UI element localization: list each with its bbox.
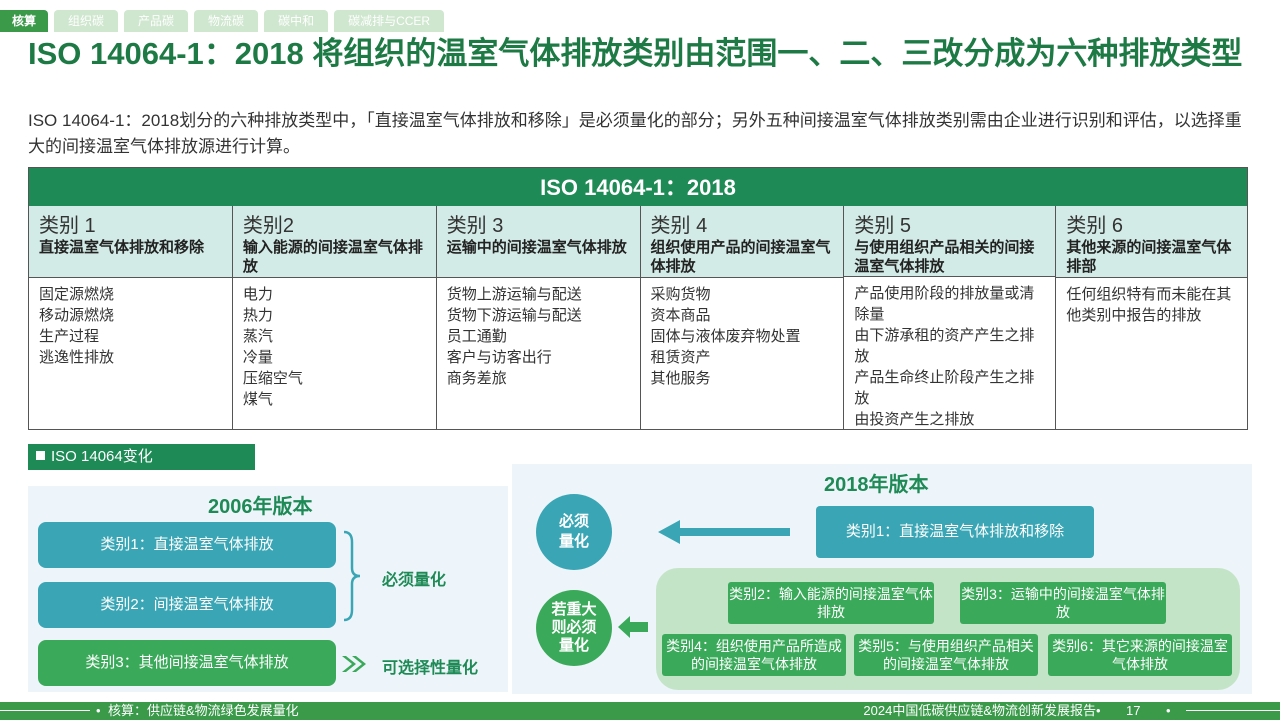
- v2018-category3-box: 类别3：运输中的间接温室气体排放: [960, 582, 1166, 624]
- category-desc: 组织使用产品的间接温室气体排放: [650, 239, 831, 275]
- category-column: 类别 4 组织使用产品的间接温室气体排放 采购货物 资本商品 固体与液体废弃物处…: [640, 206, 845, 429]
- category-item: 商务差旅: [446, 370, 507, 387]
- footer-divider: [0, 710, 90, 711]
- tab-organization-carbon[interactable]: 组织碳: [54, 10, 119, 32]
- category-column: 类别 1 直接温室气体排放和移除 固定源燃烧 移动源燃烧 生产过程 逃逸性排放: [29, 206, 233, 429]
- category-item: 货物上游运输与配送: [446, 286, 582, 303]
- category-item: 冷量: [242, 349, 273, 366]
- category-item: 逃逸性排放: [39, 349, 115, 366]
- category-item: 资本商品: [650, 307, 711, 324]
- category-column: 类别 6 其他来源的间接温室气体排部 任何组织特有而未能在其他类别中报告的排放: [1056, 206, 1247, 429]
- category-item: 员工通勤: [446, 328, 507, 345]
- category-item: 其他服务: [650, 370, 711, 387]
- brace-icon: [343, 530, 361, 622]
- category-items: 采购货物 资本商品 固体与液体废弃物处置 租赁资产 其他服务: [641, 278, 844, 389]
- v2018-category5-box: 类别5：与使用组织产品相关的间接温室气体排放: [854, 634, 1038, 676]
- tab-carbon-neutral[interactable]: 碳中和: [264, 10, 329, 32]
- bullet-icon: •: [1166, 703, 1171, 718]
- category-desc: 运输中的间接温室气体排放: [446, 239, 627, 256]
- category-item: 租赁资产: [650, 349, 711, 366]
- optional-label: 可选择性量化: [382, 660, 479, 677]
- category-name: 类别 5: [854, 215, 912, 237]
- significant-circle: 若重大则必须量化: [536, 590, 612, 666]
- tab-accounting[interactable]: 核算: [0, 10, 49, 32]
- category-item: 固体与液体废弃物处置: [650, 328, 801, 345]
- category-name: 类别 4: [650, 215, 708, 237]
- double-chevron-icon: [342, 656, 366, 672]
- category-item: 电力: [242, 286, 273, 303]
- iso-category-table: ISO 14064-1：2018 类别 1 直接温室气体排放和移除 固定源燃烧 …: [28, 167, 1248, 430]
- category-items: 固定源燃烧 移动源燃烧 生产过程 逃逸性排放: [29, 278, 232, 368]
- footer-left-text: 核算：供应链&物流绿色发展量化: [108, 703, 299, 718]
- category-name: 类别 1: [39, 215, 96, 237]
- footer-right-text: 2024中国低碳供应链&物流创新发展报告: [863, 703, 1096, 718]
- category-column: 类别 5 与使用组织产品相关的间接温室气体排放 产品使用阶段的排放量或清除量 由…: [844, 206, 1057, 430]
- tab-product-carbon[interactable]: 产品碳: [124, 10, 189, 32]
- category3-pill: 类别3：其他间接温室气体排放: [38, 640, 336, 686]
- category-item: 产品使用阶段的排放量或清除量: [854, 285, 1035, 323]
- v2018-category2-box: 类别2：输入能源的间接温室气体排放: [728, 582, 934, 624]
- category-name: 类别2: [242, 215, 294, 237]
- category-item: 由投资产生之排放: [854, 411, 975, 428]
- arrow-left-icon: [658, 520, 790, 544]
- v2018-category6-box: 类别6：其它来源的间接温室气体排放: [1048, 634, 1232, 676]
- table-header: ISO 14064-1：2018: [29, 168, 1247, 206]
- category-item: 货物下游运输与配送: [446, 307, 582, 324]
- version-2018-title: 2018年版本: [824, 474, 929, 496]
- section-label: ISO 14064变化: [28, 444, 255, 470]
- category-item: 采购货物: [650, 286, 711, 303]
- category-item: 客户与访客出行: [446, 349, 552, 366]
- footer-divider: [1186, 710, 1280, 711]
- version-2006-panel: 2006年版本 类别1：直接温室气体排放 类别2：间接温室气体排放 类别3：其他…: [28, 486, 508, 692]
- bullet-icon: •: [96, 703, 101, 718]
- category-item: 压缩空气: [242, 370, 303, 387]
- page-number: 17: [1126, 703, 1141, 718]
- category-column: 类别 3 运输中的间接温室气体排放 货物上游运输与配送 货物下游运输与配送 员工…: [436, 206, 641, 429]
- bullet-icon: •: [1096, 703, 1101, 718]
- category-item: 产品生命终止阶段产生之排放: [854, 369, 1035, 407]
- category-items: 货物上游运输与配送 货物下游运输与配送 员工通勤 客户与访客出行 商务差旅: [437, 278, 640, 389]
- category-desc: 输入能源的间接温室气体排放: [242, 239, 423, 275]
- significant-circle-text: 若重大则必须量化: [551, 601, 597, 654]
- category-desc: 其他来源的间接温室气体排部: [1066, 239, 1232, 275]
- v2018-category1-box: 类别1：直接温室气体排放和移除: [816, 506, 1094, 558]
- category2-pill: 类别2：间接温室气体排放: [38, 582, 336, 628]
- category1-pill: 类别1：直接温室气体排放: [38, 522, 336, 568]
- tab-logistics-carbon[interactable]: 物流碳: [194, 10, 259, 32]
- category-item: 固定源燃烧: [39, 286, 115, 303]
- page-title: ISO 14064-1：2018 将组织的温室气体排放类别由范围一、二、三改分成…: [28, 36, 1243, 71]
- mandatory-circle: 必须量化: [536, 494, 612, 570]
- category-item: 煤气: [242, 391, 273, 408]
- footer-bar: • 核算：供应链&物流绿色发展量化 2024中国低碳供应链&物流创新发展报告 •…: [0, 702, 1280, 720]
- category-name: 类别 6: [1066, 215, 1124, 237]
- top-tabs: 核算 组织碳 产品碳 物流碳 碳中和 碳减排与CCER: [0, 10, 445, 32]
- version-2006-title: 2006年版本: [208, 496, 313, 518]
- category-item: 热力: [242, 307, 273, 324]
- category-item: 生产过程: [39, 328, 100, 345]
- tab-ccer[interactable]: 碳减排与CCER: [334, 10, 445, 32]
- square-bullet-icon: [36, 451, 45, 460]
- category-desc: 直接温室气体排放和移除: [39, 239, 205, 256]
- section-label-text: ISO 14064变化: [51, 448, 153, 465]
- category-items: 产品使用阶段的排放量或清除量 由下游承租的资产产生之排放 产品生命终止阶段产生之…: [844, 277, 1055, 430]
- category-item: 任何组织特有而未能在其他类别中报告的排放: [1066, 286, 1232, 324]
- category-items: 电力 热力 蒸汽 冷量 压缩空气 煤气: [233, 278, 436, 410]
- category-items: 任何组织特有而未能在其他类别中报告的排放: [1056, 278, 1247, 326]
- category-name: 类别 3: [446, 215, 504, 237]
- page-subtitle: ISO 14064-1：2018划分的六种排放类型中，「直接温室气体排放和移除」…: [28, 111, 1242, 156]
- v2018-category4-box: 类别4：组织使用产品所造成的间接温室气体排放: [662, 634, 846, 676]
- category-item: 蒸汽: [242, 328, 273, 345]
- mandatory-label: 必须量化: [382, 572, 447, 589]
- category-item: 移动源燃烧: [39, 307, 115, 324]
- mandatory-circle-text: 必须量化: [558, 513, 589, 550]
- arrow-left-small-icon: [618, 616, 648, 638]
- category-desc: 与使用组织产品相关的间接温室气体排放: [854, 239, 1035, 275]
- version-2018-panel: 2018年版本 必须量化 类别1：直接温室气体排放和移除 若重大则必须量化 类别…: [512, 464, 1252, 694]
- indirect-categories-group: 类别2：输入能源的间接温室气体排放 类别3：运输中的间接温室气体排放 类别4：组…: [656, 568, 1240, 690]
- category-column: 类别2 输入能源的间接温室气体排放 电力 热力 蒸汽 冷量 压缩空气 煤气: [232, 206, 437, 429]
- category-item: 由下游承租的资产产生之排放: [854, 327, 1035, 365]
